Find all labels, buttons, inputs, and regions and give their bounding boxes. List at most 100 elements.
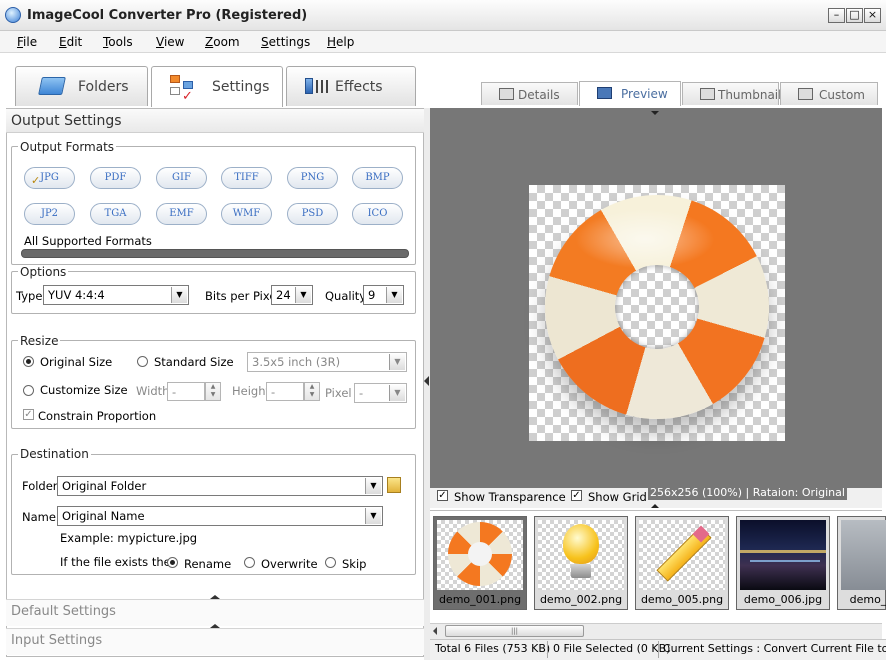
scroll-left-icon[interactable] bbox=[433, 627, 437, 635]
tab-details[interactable]: Details bbox=[481, 82, 578, 105]
format-bmp-button[interactable]: BMP bbox=[352, 167, 403, 189]
tab-folders[interactable]: Folders bbox=[15, 66, 148, 106]
quality-select[interactable]: 9 ▼ bbox=[363, 285, 404, 305]
menu-tools[interactable]: Tools bbox=[103, 35, 133, 49]
overwrite-radio[interactable] bbox=[244, 557, 255, 568]
skip-radio[interactable] bbox=[325, 557, 336, 568]
name-select[interactable]: Original Name ▼ bbox=[57, 506, 383, 526]
width-stepper[interactable]: ▲ ▼ bbox=[205, 382, 221, 401]
thumbnail-item[interactable]: demo_006.jpg bbox=[736, 516, 830, 610]
status-selected-files: 0 File Selected (0 KB) bbox=[553, 642, 671, 655]
format-png-button[interactable]: PNG bbox=[287, 167, 338, 189]
close-button[interactable]: × bbox=[864, 8, 881, 23]
format-jp2-button[interactable]: JP2 bbox=[24, 203, 75, 225]
tab-thumbnails-label: Thumbnails bbox=[718, 88, 788, 102]
format-psd-button[interactable]: PSD bbox=[287, 203, 338, 225]
chevron-down-icon: ▼ bbox=[171, 287, 187, 303]
format-jpg-button[interactable]: ✓ JPG bbox=[24, 167, 75, 189]
foggy-photo bbox=[841, 520, 886, 590]
menu-help[interactable]: Help bbox=[327, 35, 354, 49]
browse-folder-icon[interactable] bbox=[387, 477, 401, 493]
splitter-arrow-icon[interactable] bbox=[424, 376, 429, 386]
show-grid-checkbox[interactable]: ✓ bbox=[571, 490, 582, 501]
thumbnail-item[interactable]: demo_002.png bbox=[534, 516, 628, 610]
window-title: ImageCool Converter Pro (Registered) bbox=[27, 8, 308, 23]
thumbnail-item[interactable]: demo_ bbox=[837, 516, 886, 610]
height-input[interactable]: - bbox=[266, 382, 304, 401]
folder-select[interactable]: Original Folder ▼ bbox=[57, 476, 383, 496]
output-formats-title: Output Formats bbox=[18, 140, 117, 154]
collapse-arrow-icon[interactable] bbox=[210, 624, 220, 628]
collapse-bottom-icon[interactable] bbox=[651, 504, 659, 508]
chevron-down-icon: ▼ bbox=[386, 287, 402, 303]
example-text: Example: mypicture.jpg bbox=[60, 531, 198, 545]
thumbnail-name: demo_005.png bbox=[640, 593, 724, 606]
tab-custom-label: Custom bbox=[819, 88, 865, 102]
lifebuoy-icon bbox=[545, 195, 769, 419]
tab-thumbnails[interactable]: Thumbnails bbox=[682, 82, 788, 105]
format-ico-label: ICO bbox=[367, 208, 388, 219]
rename-radio[interactable] bbox=[167, 557, 178, 568]
width-value: - bbox=[172, 385, 177, 399]
format-bmp-label: BMP bbox=[365, 172, 390, 183]
format-jp2-label: JP2 bbox=[40, 208, 59, 219]
format-pdf-button[interactable]: PDF bbox=[90, 167, 141, 189]
chevron-down-icon: ▼ bbox=[365, 508, 381, 524]
tab-settings[interactable]: ✓ Settings bbox=[151, 66, 283, 107]
minimize-button[interactable]: – bbox=[828, 8, 845, 23]
type-label: Type bbox=[16, 289, 43, 303]
menu-file[interactable]: File bbox=[17, 35, 37, 49]
pencil-icon bbox=[639, 520, 725, 590]
status-divider bbox=[547, 641, 548, 658]
unit-select[interactable]: - ▼ bbox=[354, 383, 407, 403]
format-gif-button[interactable]: GIF bbox=[156, 167, 207, 189]
menu-zoom[interactable]: Zoom bbox=[205, 35, 240, 49]
quality-value: 9 bbox=[368, 288, 376, 302]
format-wmf-button[interactable]: WMF bbox=[221, 203, 272, 225]
bpp-select[interactable]: 24 ▼ bbox=[271, 285, 313, 305]
collapse-arrow-icon[interactable] bbox=[210, 595, 220, 599]
menu-settings[interactable]: Settings bbox=[261, 35, 310, 49]
thumbnail-item[interactable]: demo_005.png bbox=[635, 516, 729, 610]
tab-custom[interactable]: Custom bbox=[780, 82, 878, 105]
format-wmf-label: WMF bbox=[232, 208, 261, 219]
tab-preview[interactable]: Preview bbox=[579, 81, 681, 106]
effects-icon bbox=[305, 78, 329, 94]
input-settings-title: Input Settings bbox=[11, 633, 103, 648]
tab-effects[interactable]: Effects bbox=[286, 66, 416, 106]
file-exists-label: If the file exists then bbox=[60, 555, 178, 569]
thumbnail-item[interactable]: demo_001.png bbox=[433, 516, 527, 610]
customize-size-radio[interactable] bbox=[23, 385, 34, 396]
folder-value: Original Folder bbox=[62, 479, 147, 493]
bpp-label: Bits per Pixel bbox=[205, 289, 280, 303]
standard-size-select[interactable]: 3.5x5 inch (3R) ▼ bbox=[247, 352, 407, 372]
app-icon bbox=[5, 7, 21, 23]
tab-effects-label: Effects bbox=[335, 79, 383, 95]
standard-size-radio[interactable] bbox=[137, 356, 148, 367]
width-input[interactable]: - bbox=[167, 382, 205, 401]
tab-settings-label: Settings bbox=[212, 79, 270, 95]
lightbulb-icon bbox=[538, 520, 624, 590]
show-transparence-checkbox[interactable]: ✓ bbox=[437, 490, 448, 501]
thumbnails-icon bbox=[700, 88, 715, 100]
standard-size-value: 3.5x5 inch (3R) bbox=[252, 355, 341, 369]
scroll-thumb[interactable]: ||| bbox=[445, 625, 584, 637]
format-tiff-button[interactable]: TIFF bbox=[221, 167, 272, 189]
ring-hole bbox=[615, 265, 699, 349]
folder-icon bbox=[38, 77, 66, 95]
constrain-proportion-checkbox[interactable]: ✓ bbox=[23, 409, 34, 420]
height-value: - bbox=[271, 385, 276, 399]
menu-view[interactable]: View bbox=[156, 35, 184, 49]
format-ico-button[interactable]: ICO bbox=[352, 203, 403, 225]
maximize-button[interactable]: □ bbox=[846, 8, 863, 23]
format-emf-button[interactable]: EMF bbox=[156, 203, 207, 225]
all-formats-bar[interactable] bbox=[21, 249, 409, 258]
check-icon: ✓ bbox=[31, 174, 41, 187]
menu-edit[interactable]: Edit bbox=[59, 35, 82, 49]
format-tga-button[interactable]: TGA bbox=[90, 203, 141, 225]
collapse-top-icon[interactable] bbox=[651, 111, 659, 115]
type-select[interactable]: YUV 4:4:4 ▼ bbox=[43, 285, 189, 305]
original-size-radio[interactable] bbox=[23, 356, 34, 367]
skip-label: Skip bbox=[342, 557, 367, 571]
height-stepper[interactable]: ▲ ▼ bbox=[304, 382, 320, 401]
